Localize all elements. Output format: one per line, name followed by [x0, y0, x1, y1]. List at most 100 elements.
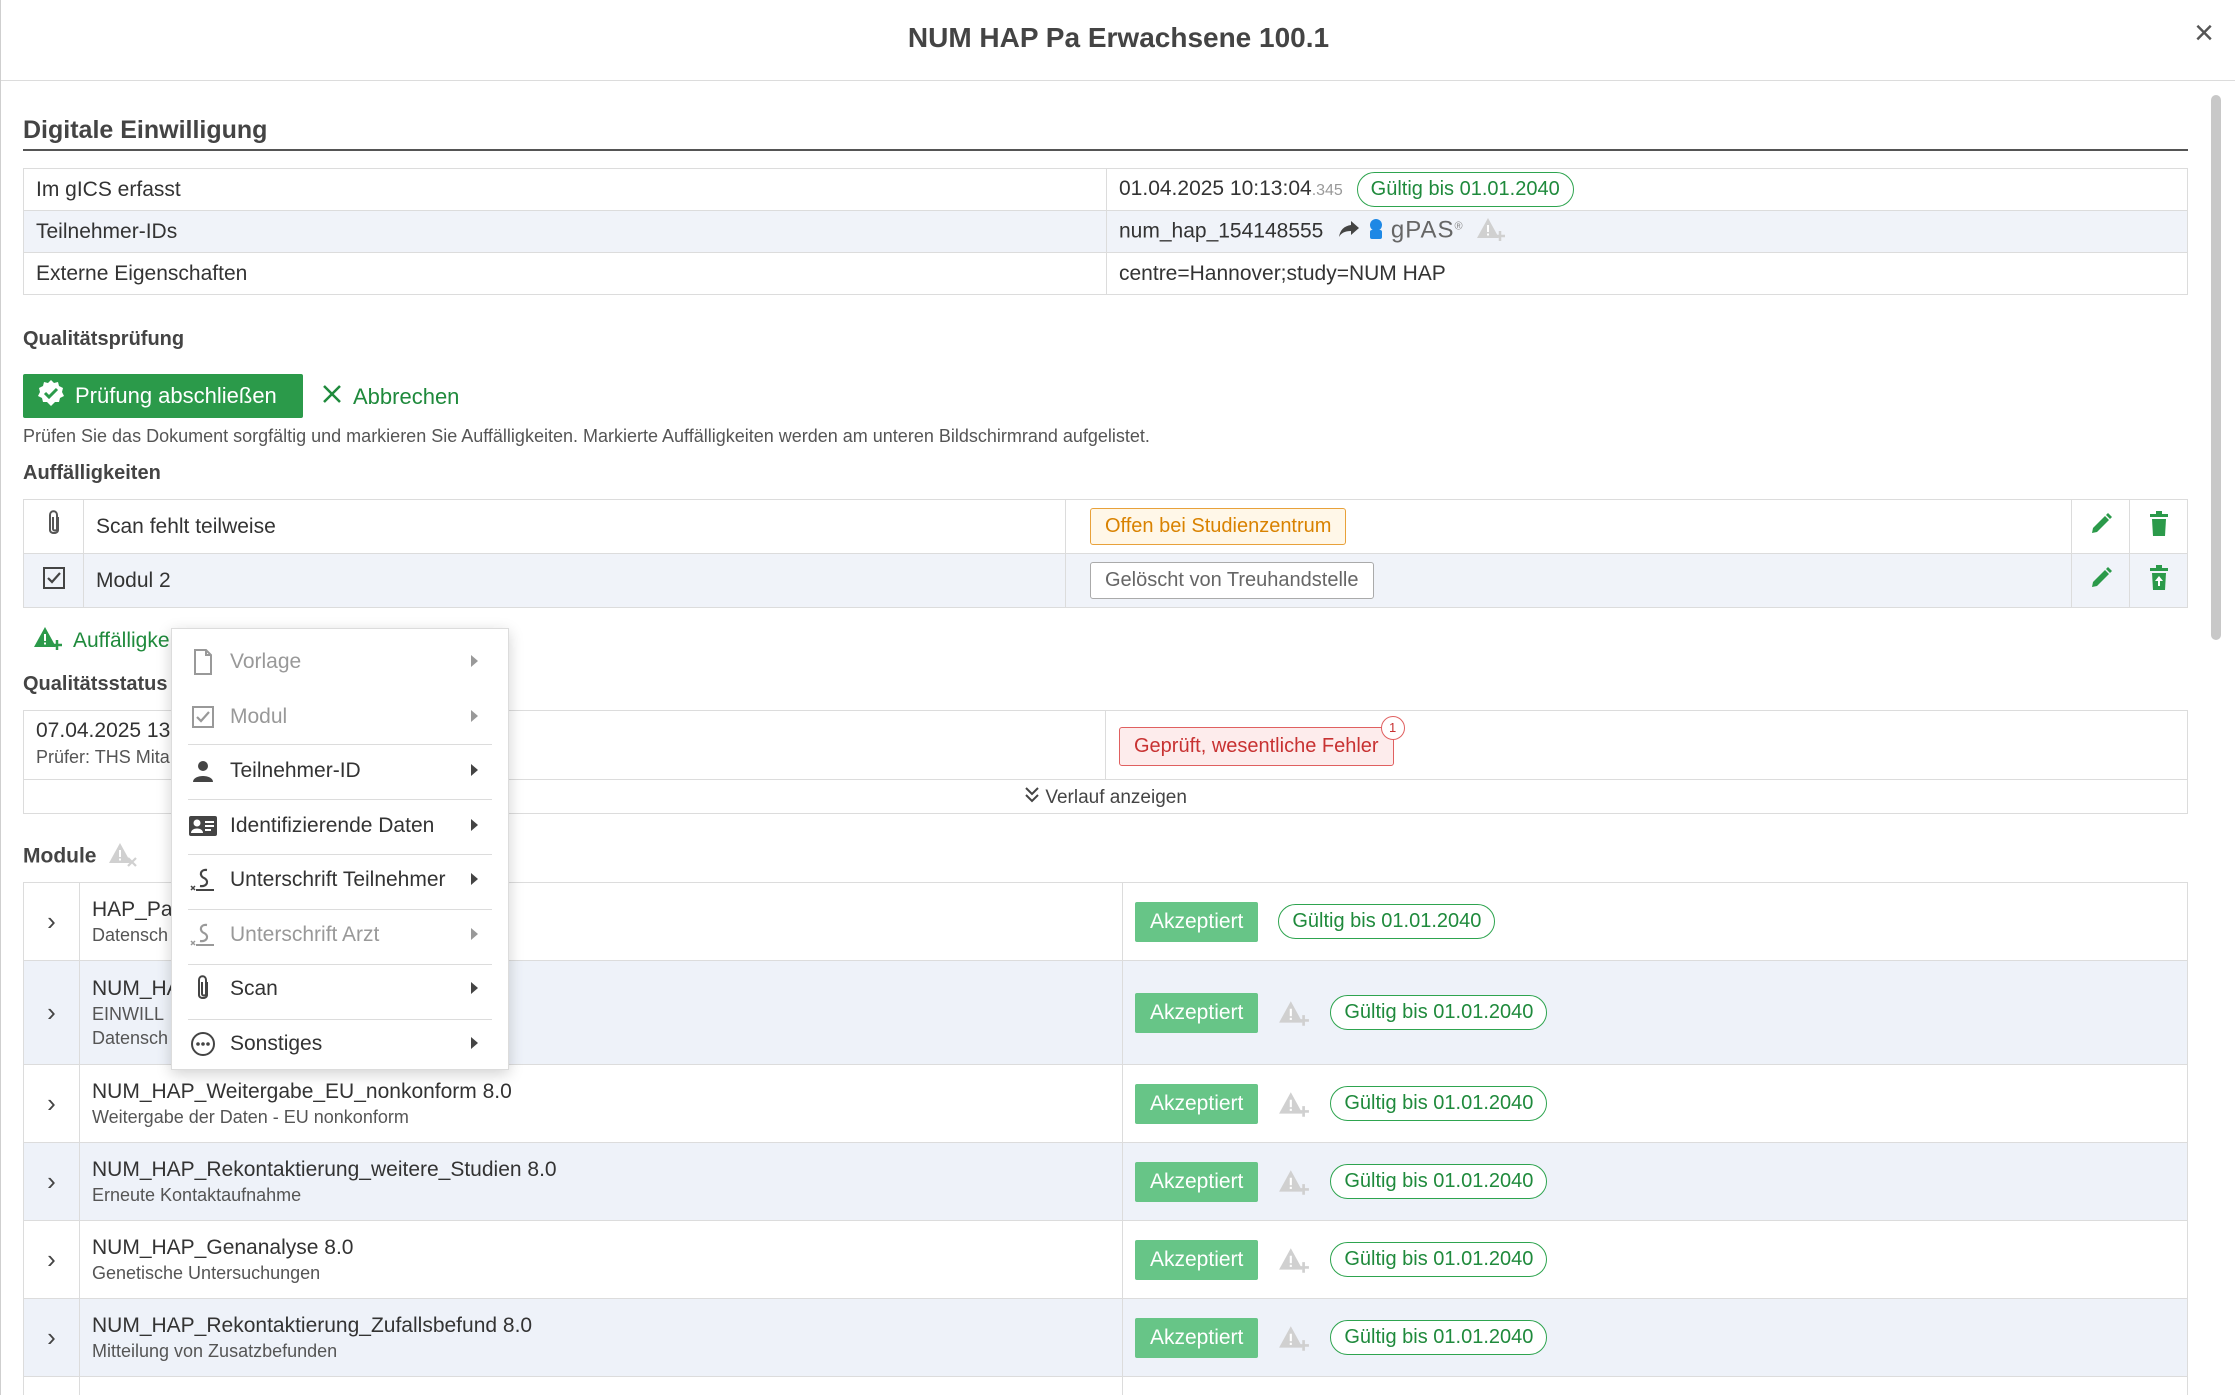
consent-datetime: 01.04.2025 10:13:04: [1119, 177, 1312, 200]
consent-row: Externe Eigenschaften centre=Hannover;st…: [23, 252, 2188, 295]
dialog-titlebar: NUM HAP Pa Erwachsene 100.1 ×: [1, 0, 2235, 81]
accepted-badge: Akzeptiert: [1135, 1161, 1259, 1202]
delete-icon[interactable]: [2129, 499, 2188, 554]
issues-title: Auffälligkeiten: [23, 462, 161, 484]
menu-item-vorlage[interactable]: Vorlage: [172, 635, 508, 690]
accepted-badge: Akzeptiert: [1135, 992, 1259, 1033]
module-name: NUM_HAP_Genanalyse 8.0: [92, 1235, 354, 1259]
consent-table: Im gICS erfasst 01.04.2025 10:13:04.345 …: [23, 168, 2188, 295]
id-card-icon: [188, 811, 218, 841]
module-desc: Erneute Kontaktaufnahme: [92, 1184, 302, 1205]
consent-value-cell: num_hap_154148555 gPAS®: [1106, 210, 2188, 253]
issue-label: Scan fehlt teilweise: [83, 499, 1066, 554]
chevron-right-icon[interactable]: ›: [23, 960, 80, 1065]
module-row[interactable]: › NUM_HAP_Rekontaktierung_Zufallsbefund …: [23, 1298, 2188, 1377]
issue-label: Modul 2: [83, 553, 1066, 608]
caret-right-icon: [471, 818, 478, 831]
edit-icon[interactable]: [2071, 499, 2130, 554]
warning-add-icon[interactable]: [1278, 1167, 1310, 1197]
menu-item-unterschrift-teilnehmer[interactable]: Unterschrift Teilnehmer: [172, 853, 508, 908]
warning-remove-icon[interactable]: [108, 841, 138, 873]
issue-status-badge: Offen bei Studienzentrum: [1090, 508, 1347, 545]
consent-row: Teilnehmer-IDs num_hap_154148555 gPAS®: [23, 210, 2188, 253]
chevron-right-icon[interactable]: ›: [23, 882, 80, 961]
validity-badge: Gültig bis 01.01.2040: [1278, 904, 1496, 939]
menu-item-modul[interactable]: Modul: [172, 690, 508, 745]
menu-item-label: Modul: [230, 704, 288, 728]
caret-right-icon: [471, 764, 478, 776]
share-arrow-icon[interactable]: [1337, 219, 1361, 245]
chevron-right-icon[interactable]: ›: [23, 1064, 80, 1143]
caret-right-icon: [471, 709, 478, 722]
caret-right-icon: [471, 927, 478, 940]
module-row[interactable]: › NUM_HAP_Genanalyse 8.0 Genetische Unte…: [23, 1220, 2188, 1299]
warning-add-icon[interactable]: [1278, 1323, 1310, 1353]
modules-title: Module: [23, 841, 138, 873]
menu-item-label: Vorlage: [230, 650, 302, 674]
gpas-label[interactable]: gPAS: [1391, 216, 1455, 243]
quality-status-badge: Geprüft, wesentliche Fehler 1: [1119, 716, 1405, 766]
module-status-cell: Akzeptiert Gültig bis 01.01.2040: [1122, 1142, 2188, 1221]
chevron-right-icon[interactable]: [23, 1376, 80, 1395]
gpas-trademark: ®: [1454, 220, 1463, 233]
issue-row[interactable]: Modul 2 Gelöscht von Treuhandstelle: [23, 553, 2188, 608]
section-title-consent: Digitale Einwilligung: [23, 116, 268, 144]
warning-add-icon[interactable]: [1278, 1245, 1310, 1275]
paperclip-icon: [23, 499, 84, 554]
consent-label: Im gICS erfasst: [23, 168, 1107, 211]
warning-add-icon[interactable]: [1476, 216, 1506, 248]
issue-row[interactable]: Scan fehlt teilweise Offen bei Studienze…: [23, 499, 2188, 554]
quality-hint: Prüfen Sie das Dokument sorgfältig und m…: [23, 426, 1150, 446]
add-issue-button[interactable]: Auffälligke: [33, 625, 170, 657]
verified-badge-icon: [37, 379, 65, 413]
double-chevron-down-icon: [1024, 786, 1040, 810]
gpas-logo-icon[interactable]: [1367, 218, 1385, 246]
scrollbar[interactable]: [2211, 95, 2221, 640]
menu-item-unterschrift-arzt[interactable]: Unterschrift Arzt: [172, 908, 508, 963]
menu-item-label: Identifizierende Daten: [230, 813, 435, 837]
finish-check-button[interactable]: Prüfung abschließen: [23, 374, 303, 418]
module-row[interactable]: › NUM_HAP_Weitergabe_EU_nonkonform 8.0 W…: [23, 1064, 2188, 1143]
menu-item-sonstiges[interactable]: Sonstiges: [172, 1017, 508, 1072]
menu-item-teilnehmer-id[interactable]: Teilnehmer-ID: [172, 744, 508, 799]
close-icon[interactable]: ×: [2194, 14, 2214, 53]
finish-check-label: Prüfung abschließen: [75, 383, 277, 408]
section-divider: [23, 149, 2188, 151]
validity-badge: Gültig bis 01.01.2040: [1330, 1320, 1548, 1355]
close-icon: [321, 383, 343, 411]
issue-status-cell: Offen bei Studienzentrum: [1065, 499, 2072, 554]
menu-item-label: Sonstiges: [230, 1031, 323, 1055]
module-status-cell: Akzeptiert Gültig bis 01.01.2040: [1122, 1064, 2188, 1143]
chevron-right-icon[interactable]: ›: [23, 1142, 80, 1221]
issue-status-cell: Gelöscht von Treuhandstelle: [1065, 553, 2072, 608]
restore-icon[interactable]: [2129, 553, 2188, 608]
validity-badge: Gültig bis 01.01.2040: [1330, 995, 1548, 1030]
module-status-cell: Akzeptiert Gültig bis 01.01.2040: [1122, 882, 2188, 961]
module-row[interactable]: [23, 1376, 2188, 1395]
accepted-badge: Akzeptiert: [1135, 901, 1259, 942]
warning-add-icon[interactable]: [1278, 1089, 1310, 1119]
chevron-right-icon[interactable]: ›: [23, 1220, 80, 1299]
signature-icon: [188, 920, 218, 950]
consent-value-cell: 01.04.2025 10:13:04.345 Gültig bis 01.01…: [1106, 168, 2188, 211]
module-status-cell: Akzeptiert Gültig bis 01.01.2040: [1122, 960, 2188, 1065]
module-info: NUM_HAP_Weitergabe_EU_nonkonform 8.0 Wei…: [79, 1064, 1123, 1143]
warning-add-icon[interactable]: [1278, 998, 1310, 1028]
module-name: NUM_HAP_Weitergabe_EU_nonkonform 8.0: [92, 1079, 512, 1103]
chevron-right-icon[interactable]: ›: [23, 1298, 80, 1377]
consent-dialog: NUM HAP Pa Erwachsene 100.1 × Digitale E…: [0, 0, 2235, 1395]
quality-status-text: Geprüft, wesentliche Fehler: [1134, 735, 1379, 757]
menu-item-label: Unterschrift Teilnehmer: [230, 868, 446, 892]
issues-table: Scan fehlt teilweise Offen bei Studienze…: [23, 499, 2188, 608]
paperclip-icon: [188, 974, 218, 1004]
edit-icon[interactable]: [2071, 553, 2130, 608]
modules-title-text: Module: [23, 844, 97, 868]
menu-item-scan[interactable]: Scan: [172, 962, 508, 1017]
module-row[interactable]: › NUM_HAP_Rekontaktierung_weitere_Studie…: [23, 1142, 2188, 1221]
caret-right-icon: [471, 1036, 478, 1049]
add-issue-label: Auffälligke: [73, 629, 170, 652]
quality-status-title: Qualitätsstatus: [23, 673, 168, 695]
menu-item-identifizierende-daten[interactable]: Identifizierende Daten: [172, 799, 508, 854]
validity-badge: Gültig bis 01.01.2040: [1330, 1242, 1548, 1277]
cancel-button[interactable]: Abbrechen: [321, 383, 459, 411]
